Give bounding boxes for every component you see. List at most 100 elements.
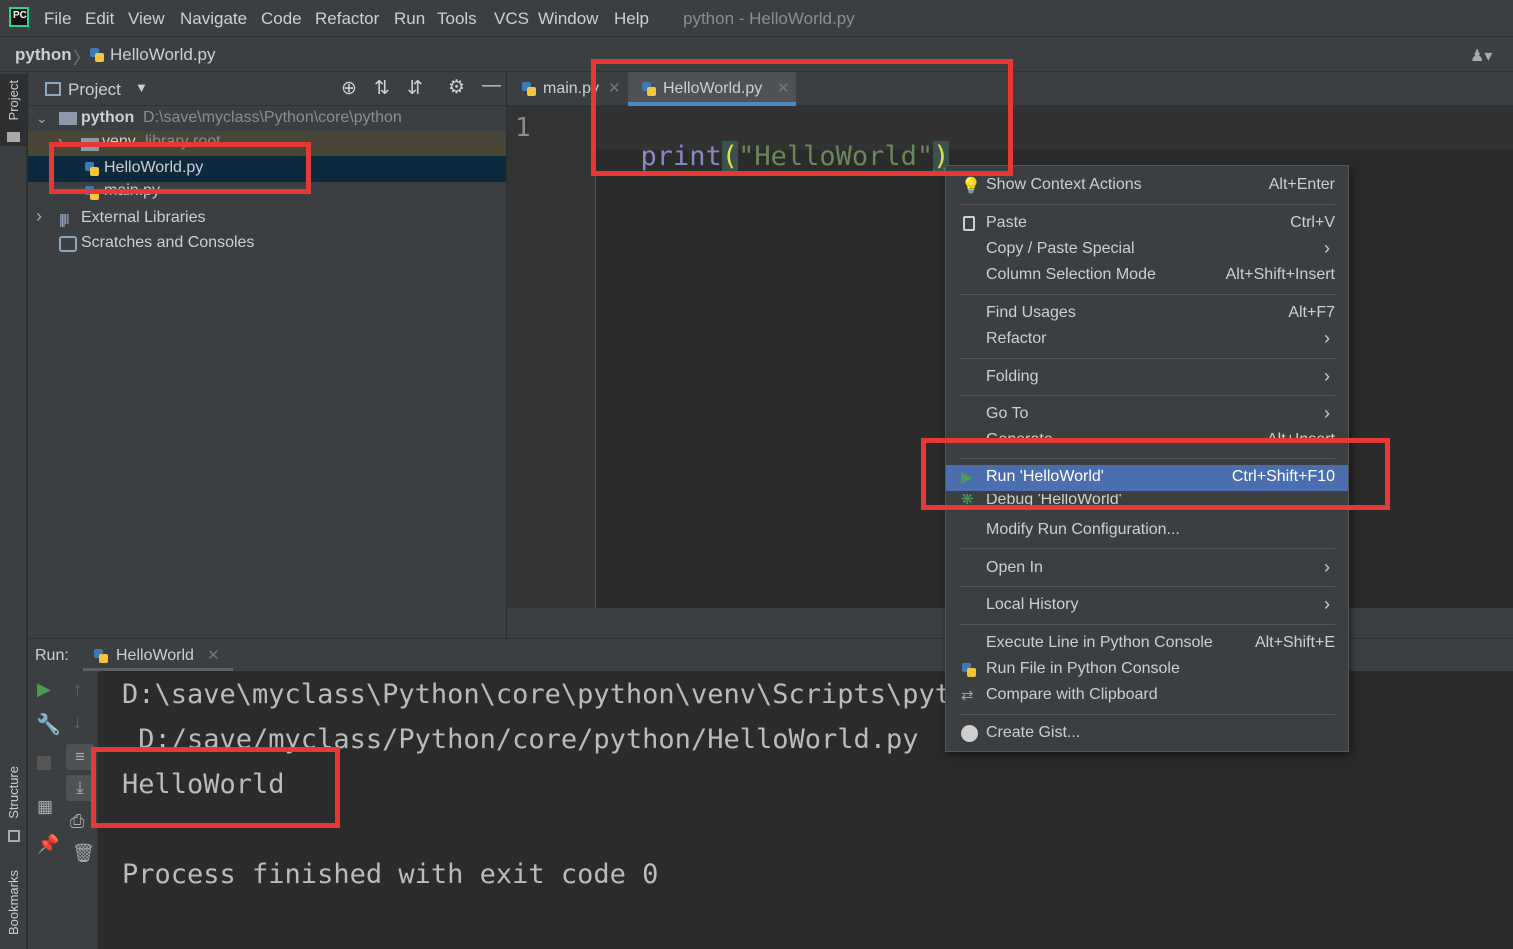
menu-bar: PC File Edit View Navigate Code Refactor… [0, 0, 1513, 36]
view-dropdown-icon[interactable]: ▼ [135, 80, 148, 95]
pin-icon[interactable]: 📌 [37, 834, 59, 855]
menu-separator [959, 714, 1335, 715]
breadcrumb-file[interactable]: HelloWorld.py [110, 45, 216, 65]
pycharm-logo-icon: PC [9, 7, 29, 27]
scratches-icon [59, 236, 77, 252]
menu-create-gist[interactable]: Create Gist... [946, 721, 1348, 747]
tree-external-libraries[interactable]: External Libraries [81, 209, 206, 227]
run-tab-label: HelloWorld [116, 647, 194, 664]
menu-code[interactable]: Code [261, 9, 302, 29]
menu-file[interactable]: File [44, 9, 71, 29]
menu-window[interactable]: Window [538, 9, 598, 29]
tool-tab-project[interactable]: Project [0, 74, 27, 146]
annotation-box-file [49, 142, 311, 194]
annotation-box-output [91, 747, 340, 828]
menu-folding[interactable]: Folding › [946, 365, 1348, 391]
window-title: python - HelloWorld.py [683, 9, 855, 28]
menu-refactor[interactable]: Refactor › [946, 327, 1348, 353]
arrow-up-icon[interactable]: ↑ [73, 679, 82, 700]
menu-separator [959, 548, 1335, 549]
locate-file-icon[interactable]: ⊕ [341, 77, 357, 100]
menu-execute-line-in-console[interactable]: Execute Line in Python Console Alt+Shift… [946, 631, 1348, 657]
menu-tools[interactable]: Tools [437, 9, 477, 29]
submenu-arrow-icon: › [1324, 328, 1330, 348]
menu-view[interactable]: View [128, 9, 165, 29]
structure-icon [8, 830, 20, 842]
user-account-icon[interactable]: ♟▾ [1470, 46, 1492, 66]
folder-icon [7, 132, 20, 142]
run-tab-helloworld[interactable]: HelloWorld ✕ [83, 639, 233, 672]
menu-run-file-in-console[interactable]: Run File in Python Console [946, 657, 1348, 683]
annotation-box-code [591, 59, 1013, 176]
menu-open-in[interactable]: Open In › [946, 556, 1348, 582]
submenu-arrow-icon: › [1324, 557, 1330, 577]
menu-separator [959, 586, 1335, 587]
menu-find-usages[interactable]: Find Usages Alt+F7 [946, 301, 1348, 327]
submenu-arrow-icon: › [1324, 403, 1330, 423]
menu-show-context-actions[interactable]: 💡 Show Context Actions Alt+Enter [946, 173, 1348, 199]
menu-column-selection-mode[interactable]: Column Selection Mode Alt+Shift+Insert [946, 263, 1348, 289]
tool-tab-project-label: Project [6, 80, 21, 121]
menu-separator [959, 395, 1335, 396]
menu-compare-with-clipboard[interactable]: ⇄ Compare with Clipboard [946, 683, 1348, 709]
tree-scratches[interactable]: Scratches and Consoles [81, 234, 254, 252]
project-panel-title[interactable]: Project [68, 80, 121, 100]
submenu-arrow-icon: › [1324, 366, 1330, 386]
folder-icon [59, 112, 77, 125]
menu-run[interactable]: Run [394, 9, 425, 29]
menu-copy-paste-special[interactable]: Copy / Paste Special › [946, 237, 1348, 263]
soft-wrap-icon[interactable]: ≡ [66, 744, 94, 770]
editor-gutter: 1 [507, 106, 596, 608]
submenu-arrow-icon: › [1324, 238, 1330, 258]
menu-help[interactable]: Help [614, 9, 649, 29]
tree-root-name[interactable]: python [81, 109, 134, 127]
menu-navigate[interactable]: Navigate [180, 9, 247, 29]
run-panel-label: Run: [35, 647, 69, 664]
menu-edit[interactable]: Edit [85, 9, 114, 29]
close-icon[interactable]: ✕ [207, 646, 220, 664]
annotation-box-run [921, 438, 1390, 510]
tool-tab-bookmarks[interactable]: Bookmarks [6, 870, 21, 935]
breadcrumb-project[interactable]: python [15, 45, 72, 65]
menu-separator [959, 358, 1335, 359]
compare-icon: ⇄ [961, 687, 974, 704]
scroll-to-end-icon[interactable]: ⤓ [66, 775, 94, 801]
menu-refactor[interactable]: Refactor [315, 9, 379, 29]
menu-modify-run-configuration[interactable]: Modify Run Configuration... [946, 518, 1348, 544]
python-file-icon [93, 648, 109, 664]
python-console-icon [961, 662, 977, 678]
trash-icon[interactable]: 🗑 [72, 843, 95, 864]
rerun-play-icon[interactable]: ▶ [37, 679, 51, 700]
menu-local-history[interactable]: Local History › [946, 593, 1348, 619]
chevron-right-icon[interactable]: › [36, 206, 42, 227]
menu-separator [959, 204, 1335, 205]
arrow-down-icon[interactable]: ↓ [73, 712, 82, 733]
collapse-all-icon[interactable]: ⇵ [407, 77, 423, 100]
layout-icon[interactable]: ▦ [37, 797, 53, 817]
submenu-arrow-icon: › [1324, 594, 1330, 614]
python-file-icon [89, 47, 105, 63]
lightbulb-icon: 💡 [961, 178, 981, 195]
menu-separator [959, 624, 1335, 625]
settings-gear-icon[interactable]: ⚙ [448, 76, 465, 99]
clipboard-icon [963, 216, 975, 231]
library-icon: |||‖ [59, 211, 70, 227]
tool-tab-structure[interactable]: Structure [6, 766, 21, 819]
project-view-icon [45, 82, 61, 96]
menu-paste[interactable]: Paste Ctrl+V [946, 211, 1348, 237]
project-panel-header: Project ▼ ⊕ ⇅ ⇵ ⚙ — [28, 72, 506, 106]
menu-go-to[interactable]: Go To › [946, 402, 1348, 428]
line-number: 1 [515, 113, 531, 143]
expand-all-icon[interactable]: ⇅ [374, 77, 390, 100]
chevron-down-icon[interactable]: ⌄ [36, 110, 48, 127]
console-line-interpreter: D:\save\myclass\Python\core\python\venv\… [122, 679, 1065, 710]
console-exit-message: Process finished with exit code 0 [122, 859, 659, 890]
python-file-icon [521, 81, 537, 97]
print-icon[interactable]: ⎙ [70, 811, 84, 832]
stop-icon[interactable] [37, 756, 51, 770]
logo-text: PC [13, 10, 27, 21]
hide-panel-icon[interactable]: — [482, 75, 501, 97]
wrench-icon[interactable]: 🔧 [36, 712, 61, 737]
menu-vcs[interactable]: VCS [494, 9, 529, 29]
tree-root-path: D:\save\myclass\Python\core\python [143, 109, 402, 126]
